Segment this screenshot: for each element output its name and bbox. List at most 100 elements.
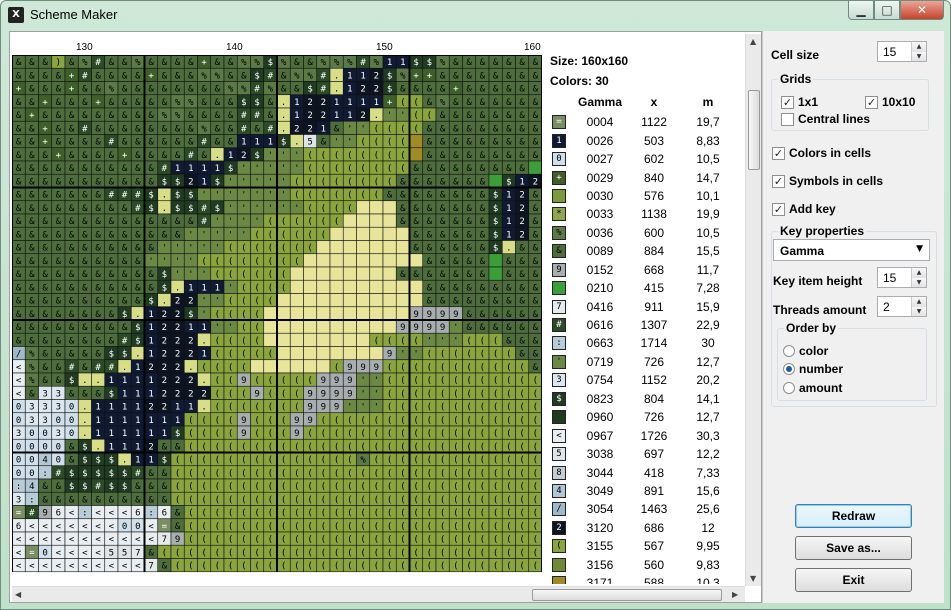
order-color-radio[interactable]: color [783, 344, 828, 358]
vertical-scroll-thumb[interactable] [748, 90, 760, 170]
key-swatch: 7 [552, 299, 566, 314]
scroll-down-icon[interactable]: ▼ [750, 574, 756, 583]
checkbox-checked-icon[interactable]: ✓ [781, 95, 794, 109]
checkbox-checked-icon[interactable]: ✓ [772, 202, 785, 216]
scheme-cell-symbol: ( [387, 442, 392, 452]
horizontal-scroll-thumb[interactable] [532, 589, 722, 601]
scheme-cell-symbol: < [122, 509, 128, 519]
radio-off-icon[interactable] [783, 382, 795, 394]
scheme-cell-symbol: ( [466, 522, 471, 532]
scheme-cell-symbol: ( [321, 548, 326, 558]
scheme-cell-symbol: ( [281, 217, 286, 227]
scheme-cell-symbol: & [480, 71, 486, 81]
spin-up-icon[interactable]: ▲ [912, 297, 926, 307]
order-amount-radio[interactable]: amount [783, 381, 842, 395]
chevron-down-icon[interactable]: ▼ [916, 244, 923, 254]
spin-up-icon[interactable]: ▲ [912, 268, 926, 278]
vertical-scrollbar[interactable]: ▲ ▼ [745, 34, 761, 586]
scheme-cell-symbol: ( [374, 522, 379, 532]
scheme-cell [303, 346, 318, 361]
threads-amount-stepper[interactable]: 2 ▲ ▼ [877, 296, 927, 317]
scheme-cell-symbol: ( [453, 429, 458, 439]
scheme-cell-symbol: & [135, 270, 141, 280]
checkbox-checked-icon[interactable]: ✓ [865, 95, 878, 109]
key-swatch: 2 [552, 520, 566, 535]
scheme-cell-symbol: 1 [188, 283, 193, 293]
scheme-cell-symbol: 5 [307, 138, 312, 148]
scheme-cell-symbol: ' [294, 164, 299, 174]
cell-size-value[interactable]: 15 [883, 45, 896, 59]
save-as-button[interactable]: Save as... [795, 536, 912, 560]
key-m: 8,83 [696, 133, 720, 148]
spin-down-icon[interactable]: ▼ [912, 277, 926, 287]
key-item-height-value[interactable]: 15 [883, 271, 896, 285]
central-lines-checkbox[interactable]: Central lines [781, 112, 870, 126]
exit-button[interactable]: Exit [795, 568, 912, 592]
scheme-cell-symbol: ( [519, 548, 524, 558]
scheme-cell-symbol: 1 [95, 429, 100, 439]
key-properties-select[interactable]: Gamma ▼ [773, 239, 930, 261]
scheme-cell-symbol: ' [294, 151, 299, 161]
scheme-cell-symbol: ( [440, 495, 445, 505]
scheme-cell-symbol: 7 [148, 562, 153, 572]
key-row: 0210 415 7,28 [550, 279, 740, 297]
scheme-cell-symbol: ( [506, 350, 511, 360]
scheme-cell-symbol: & [413, 191, 419, 201]
maximize-icon[interactable]: □ [874, 1, 900, 20]
horizontal-scrollbar[interactable]: ◀ ▶ [12, 586, 745, 602]
cell-size-stepper[interactable]: 15 ▲ ▼ [877, 41, 927, 62]
spin-down-icon[interactable]: ▼ [912, 306, 926, 316]
scheme-cell-symbol: ( [228, 429, 233, 439]
scheme-cell-symbol: % [241, 58, 247, 68]
scheme-cell-symbol: & [493, 85, 499, 95]
scheme-cell-symbol: + [427, 71, 433, 81]
scheme-cell-symbol: & [466, 204, 472, 214]
checkbox-unchecked-icon[interactable] [781, 112, 794, 126]
scheme-cell-symbol: ( [453, 469, 458, 479]
grid-10x10-checkbox[interactable]: ✓ 10x10 [865, 95, 915, 109]
client-area: 130 140 150 160 & & &) &% # & &% & & & & + & &%% $% & &%… [9, 31, 944, 603]
spin-up-icon[interactable]: ▲ [912, 42, 926, 52]
scheme-cell-symbol: ' [228, 204, 233, 214]
scroll-left-icon[interactable]: ◀ [15, 590, 21, 599]
add-key-checkbox[interactable]: ✓ Add key [772, 202, 836, 216]
scheme-cell-symbol: & [175, 151, 181, 161]
scheme-cell-symbol: ( [493, 522, 498, 532]
minimize-icon[interactable]: ▁ [848, 1, 874, 20]
checkbox-checked-icon[interactable]: ✓ [772, 174, 785, 188]
scheme-cell-symbol: $ [82, 442, 87, 452]
colors-in-cells-checkbox[interactable]: ✓ Colors in cells [772, 146, 871, 160]
scheme-cell-symbol: ( [321, 469, 326, 479]
key-row: :0663 1714 30 [550, 334, 740, 352]
scroll-right-icon[interactable]: ▶ [732, 590, 738, 599]
scheme-cell [329, 293, 344, 308]
scheme-cell-symbol: ( [321, 562, 326, 572]
scheme-cell-symbol: & [533, 350, 539, 360]
scheme-cell-symbol: & [42, 350, 48, 360]
checkbox-checked-icon[interactable]: ✓ [772, 146, 785, 160]
scroll-up-icon[interactable]: ▲ [750, 37, 756, 46]
scheme-cell-symbol: & [42, 257, 48, 267]
key-item-height-stepper[interactable]: 15 ▲ ▼ [877, 267, 927, 288]
scheme-cell-symbol: & [519, 138, 525, 148]
scheme-grid[interactable]: & & &) &% # & &% & & & & + & &%% $% & &%%% #% 1 1 $ $% & & & & & & &… [12, 55, 542, 583]
grid-1x1-checkbox[interactable]: ✓ 1x1 [781, 95, 818, 109]
scheme-cell-symbol: & [162, 58, 168, 68]
scheme-cell-symbol: & [29, 138, 35, 148]
threads-amount-value[interactable]: 2 [883, 300, 890, 314]
symbols-in-cells-checkbox[interactable]: ✓ Symbols in cells [772, 174, 883, 188]
spin-down-icon[interactable]: ▼ [912, 51, 926, 61]
key-row: 0030 576 10,1 [550, 187, 740, 205]
scheme-cell-symbol: & [56, 111, 62, 121]
scheme-cell-symbol: ( [374, 164, 379, 174]
scheme-cell-symbol: 9 [400, 323, 405, 333]
radio-off-icon[interactable] [783, 345, 795, 357]
radio-on-icon[interactable] [783, 363, 795, 375]
close-icon[interactable]: ✕ [900, 1, 944, 20]
scheme-cell-symbol: & [453, 111, 459, 121]
scheme-cell-symbol: # [268, 71, 274, 81]
order-number-radio[interactable]: number [783, 362, 843, 376]
scheme-cell-symbol: ' [400, 350, 405, 360]
scheme-cell-symbol: ( [201, 429, 206, 439]
redraw-button[interactable]: Redraw [795, 504, 912, 528]
